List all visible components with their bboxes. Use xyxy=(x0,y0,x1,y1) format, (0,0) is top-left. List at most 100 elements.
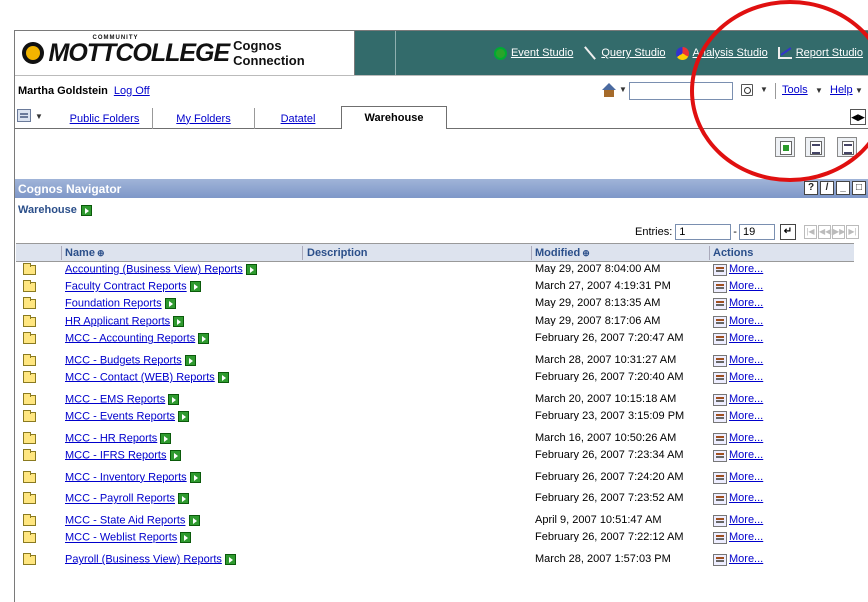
go-icon[interactable] xyxy=(184,354,196,366)
tab-menu-dropdown-icon[interactable]: ▼ xyxy=(35,112,43,121)
previous-page-icon[interactable]: ◀◀ xyxy=(817,225,831,239)
folder-link[interactable]: Payroll (Business View) Reports xyxy=(65,553,222,565)
more-link[interactable]: More... xyxy=(729,354,763,366)
table-row[interactable]: MCC - EMS Reports March 20, 2007 10:15:1… xyxy=(16,392,854,409)
more-link[interactable]: More... xyxy=(729,410,763,422)
entries-to-input[interactable] xyxy=(738,224,775,240)
go-icon[interactable] xyxy=(178,410,190,422)
go-icon[interactable] xyxy=(180,532,192,544)
folder-link[interactable]: MCC - Events Reports xyxy=(65,410,175,422)
edit-icon[interactable]: / xyxy=(820,181,834,195)
more-link[interactable]: More... xyxy=(729,449,763,461)
next-page-icon[interactable]: ▶▶ xyxy=(831,225,845,239)
enter-icon[interactable]: ↵ xyxy=(779,224,796,240)
help-icon[interactable]: ? xyxy=(804,181,818,195)
folder-link[interactable]: MCC - IFRS Reports xyxy=(65,449,166,461)
minimize-icon[interactable]: _ xyxy=(836,181,850,195)
table-row[interactable]: Foundation Reports May 29, 2007 8:13:35 … xyxy=(16,296,854,313)
more-icon[interactable] xyxy=(713,393,727,406)
go-icon[interactable] xyxy=(198,332,210,344)
table-row[interactable]: MCC - IFRS Reports February 26, 2007 7:2… xyxy=(16,448,854,470)
more-icon[interactable] xyxy=(713,449,727,462)
analysis-studio-link[interactable]: Analysis Studio xyxy=(675,46,768,60)
search-icon[interactable] xyxy=(741,84,753,96)
more-icon[interactable] xyxy=(713,471,727,484)
go-icon[interactable] xyxy=(245,264,257,275)
more-link[interactable]: More... xyxy=(729,263,763,275)
table-row[interactable]: Accounting (Business View) Reports May 2… xyxy=(16,262,854,279)
more-icon[interactable] xyxy=(713,332,727,345)
folder-link[interactable]: MCC - Contact (WEB) Reports xyxy=(65,371,215,383)
query-studio-link[interactable]: Query Studio xyxy=(583,46,665,60)
more-icon[interactable] xyxy=(713,354,727,367)
folder-link[interactable]: MCC - EMS Reports xyxy=(65,393,165,405)
go-icon[interactable] xyxy=(168,393,180,405)
go-icon[interactable] xyxy=(164,298,176,310)
table-row[interactable]: Payroll (Business View) Reports March 28… xyxy=(16,552,854,569)
folder-link[interactable]: MCC - Weblist Reports xyxy=(65,532,177,544)
edit-page-icon[interactable] xyxy=(837,137,857,157)
tab-datatel[interactable]: Datatel xyxy=(255,108,341,129)
more-link[interactable]: More... xyxy=(729,432,763,444)
tools-menu[interactable]: Tools xyxy=(782,84,808,96)
more-link[interactable]: More... xyxy=(729,371,763,383)
modified-column-header[interactable]: Modified ⊕ xyxy=(532,247,709,259)
go-icon[interactable] xyxy=(160,432,172,444)
table-row[interactable]: MCC - Contact (WEB) Reports February 26,… xyxy=(16,370,854,392)
folder-link[interactable]: MCC - Inventory Reports xyxy=(65,471,187,483)
table-row[interactable]: MCC - Inventory Reports February 26, 200… xyxy=(16,470,854,492)
more-icon[interactable] xyxy=(713,515,727,528)
more-link[interactable]: More... xyxy=(729,332,763,344)
entries-from-input[interactable] xyxy=(675,224,732,240)
tab-scroll-icon[interactable]: ◀▶ xyxy=(850,109,866,125)
more-link[interactable]: More... xyxy=(729,514,763,526)
table-row[interactable]: MCC - Budgets Reports March 28, 2007 10:… xyxy=(16,353,854,370)
help-menu[interactable]: Help xyxy=(830,84,853,96)
table-row[interactable]: MCC - HR Reports March 16, 2007 10:50:26… xyxy=(16,431,854,448)
go-icon[interactable] xyxy=(189,281,201,293)
more-icon[interactable] xyxy=(713,493,727,506)
more-link[interactable]: More... xyxy=(729,393,763,405)
more-icon[interactable] xyxy=(713,371,727,384)
go-icon[interactable] xyxy=(189,471,201,483)
tab-my-folders[interactable]: My Folders xyxy=(153,108,255,129)
go-icon[interactable] xyxy=(80,204,92,216)
more-link[interactable]: More... xyxy=(729,280,763,292)
search-options-icon[interactable]: ▼ xyxy=(760,85,768,94)
home-dropdown-icon[interactable]: ▼ xyxy=(619,85,627,94)
more-icon[interactable] xyxy=(713,315,727,328)
more-link[interactable]: More... xyxy=(729,531,763,543)
folder-link[interactable]: MCC - Accounting Reports xyxy=(65,332,195,344)
go-icon[interactable] xyxy=(169,449,181,461)
folder-link[interactable]: Faculty Contract Reports xyxy=(65,281,187,293)
table-row[interactable]: MCC - Accounting Reports February 26, 20… xyxy=(16,331,854,353)
sort-icon[interactable]: ⊕ xyxy=(97,248,105,258)
maximize-icon[interactable]: □ xyxy=(852,181,866,195)
more-icon[interactable] xyxy=(713,532,727,545)
folder-link[interactable]: MCC - Payroll Reports xyxy=(65,493,175,505)
more-icon[interactable] xyxy=(713,554,727,567)
table-row[interactable]: Faculty Contract Reports March 27, 2007 … xyxy=(16,279,854,296)
go-icon[interactable] xyxy=(224,554,236,566)
more-icon[interactable] xyxy=(713,298,727,311)
more-icon[interactable] xyxy=(713,264,727,276)
folder-link[interactable]: Foundation Reports xyxy=(65,298,162,310)
more-icon[interactable] xyxy=(713,281,727,294)
tab-my-folders-label[interactable]: My Folders xyxy=(176,113,230,125)
new-folder-icon[interactable] xyxy=(775,137,795,157)
table-row[interactable]: MCC - Events Reports February 23, 2007 3… xyxy=(16,409,854,431)
tab-datatel-label[interactable]: Datatel xyxy=(281,113,316,125)
tab-public-folders[interactable]: Public Folders xyxy=(57,108,153,129)
folder-link[interactable]: MCC - Budgets Reports xyxy=(65,354,182,366)
more-link[interactable]: More... xyxy=(729,297,763,309)
folder-link[interactable]: HR Applicant Reports xyxy=(65,315,170,327)
tab-menu-icon[interactable] xyxy=(17,109,31,122)
more-icon[interactable] xyxy=(713,432,727,445)
search-input[interactable] xyxy=(629,82,733,100)
help-dropdown-icon[interactable]: ▼ xyxy=(855,86,863,95)
sort-icon[interactable]: ⊕ xyxy=(582,248,590,258)
report-studio-link[interactable]: Report Studio xyxy=(777,47,863,59)
more-link[interactable]: More... xyxy=(729,492,763,504)
folder-link[interactable]: MCC - HR Reports xyxy=(65,432,157,444)
new-page-icon[interactable] xyxy=(805,137,825,157)
